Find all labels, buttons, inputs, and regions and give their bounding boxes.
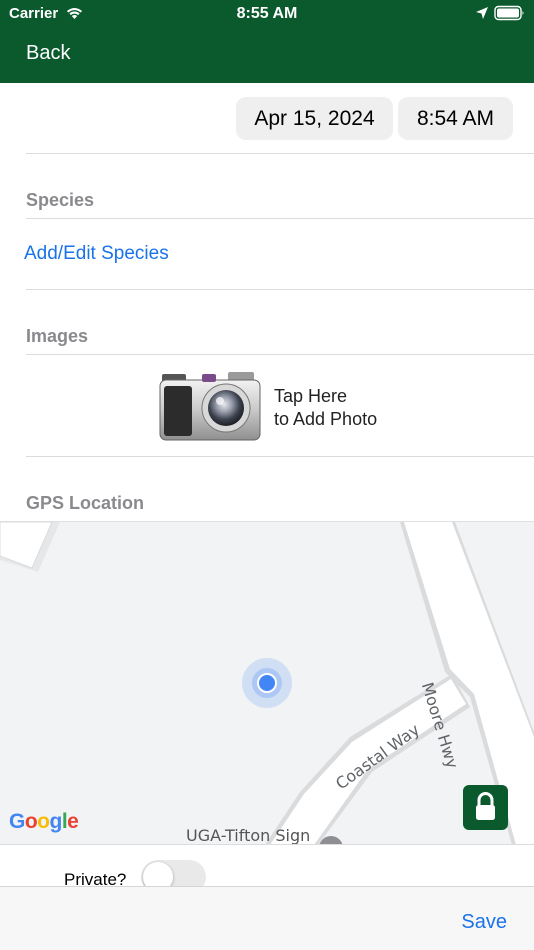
add-photo-line2: to Add Photo [274,409,378,429]
camera-icon [159,372,261,441]
add-photo-line1: Tap Here [274,386,348,406]
add-edit-species-link[interactable]: Add/Edit Species [24,243,169,265]
bottom-toolbar: Save [0,886,534,950]
date-picker[interactable]: Apr 15, 2024 [236,97,393,140]
divider [26,153,534,154]
add-photo-button[interactable]: Tap Here to Add Photo [26,355,534,456]
nav-bar: Carrier 8:55 AM Back [0,0,534,83]
time-picker[interactable]: 8:54 AM [398,97,513,140]
divider [26,289,534,290]
private-row: Private? [0,844,534,894]
status-bar: Carrier 8:55 AM [0,0,534,28]
battery-icon [494,5,524,21]
google-logo: Google [9,810,79,833]
divider [26,456,534,457]
images-heading: Images [26,326,89,346]
location-arrow-icon [476,7,488,19]
map-lock-button[interactable] [463,785,508,830]
map-place-label: UGA-Tifton Sign [186,826,311,845]
current-location-marker [242,658,292,708]
save-button[interactable]: Save [461,911,507,934]
status-clock: 8:55 AM [236,5,298,22]
add-photo-text: Tap Here to Add Photo [274,385,377,431]
back-button[interactable]: Back [26,42,70,65]
gps-heading: GPS Location [26,493,145,513]
lock-icon [476,792,495,820]
species-heading: Species [26,190,95,210]
divider [26,218,534,219]
